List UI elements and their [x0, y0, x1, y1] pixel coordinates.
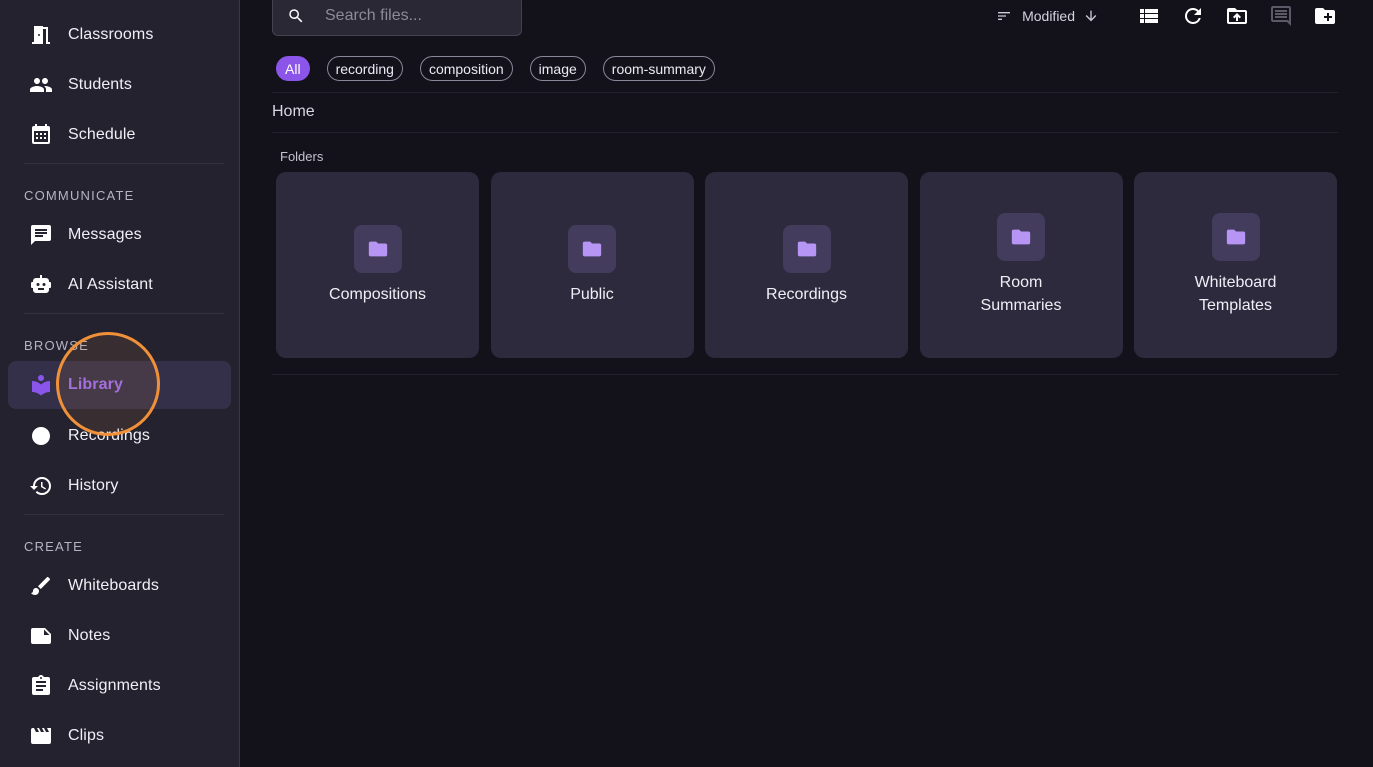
- sidebar-divider: [24, 313, 224, 314]
- folder-card-whiteboard-templates[interactable]: Whiteboard Templates: [1134, 172, 1337, 358]
- sidebar-item-messages[interactable]: Messages: [8, 211, 231, 259]
- sidebar-divider: [24, 514, 224, 515]
- search-icon: [289, 9, 303, 23]
- folder-card-room-summaries[interactable]: Room Summaries: [919, 172, 1123, 358]
- folder-name: Public: [570, 285, 614, 303]
- filter-chip-room-summary[interactable]: room-summary: [602, 56, 715, 81]
- breadcrumb[interactable]: Home: [272, 103, 315, 121]
- robot-icon: [28, 272, 54, 298]
- folder-grid: Compositions Public Recordings Room Summ…: [276, 172, 1337, 358]
- brush-icon: [28, 573, 54, 599]
- clipboard-icon: [28, 673, 54, 699]
- sidebar-item-label: Clips: [68, 727, 105, 744]
- refresh-icon: [1184, 7, 1201, 24]
- folder-name: Room Summaries: [980, 274, 1062, 314]
- sidebar-item-label: Whiteboards: [68, 577, 159, 594]
- library-icon: [28, 372, 54, 398]
- clapperboard-icon: [28, 723, 54, 749]
- folder-icon: [568, 224, 616, 273]
- sidebar-item-recordings[interactable]: Recordings: [8, 412, 231, 460]
- folder-name: Compositions: [329, 285, 426, 303]
- folders-section-title: Folders: [280, 149, 324, 164]
- filter-chip-all[interactable]: All: [276, 56, 310, 81]
- toolbar: Modified: [996, 2, 1337, 30]
- sidebar: Classrooms Students Schedule COMMUNICATE…: [0, 0, 240, 767]
- sidebar-item-students[interactable]: Students: [8, 61, 231, 109]
- sidebar-item-label: Students: [68, 76, 132, 93]
- people-icon: [28, 72, 54, 98]
- list-view-icon: [1140, 9, 1158, 23]
- divider: [272, 374, 1338, 375]
- section-title-communicate: COMMUNICATE: [24, 188, 135, 203]
- upload-button[interactable]: [1225, 4, 1249, 28]
- sidebar-item-label: AI Assistant: [68, 276, 153, 293]
- sidebar-item-label: Messages: [68, 226, 142, 243]
- sidebar-item-history[interactable]: History: [8, 462, 231, 510]
- sidebar-item-ai-assistant[interactable]: AI Assistant: [8, 261, 231, 309]
- new-folder-button[interactable]: [1313, 4, 1337, 28]
- sidebar-item-label: Assignments: [68, 677, 161, 694]
- filter-chip-recording[interactable]: recording: [326, 56, 403, 81]
- folder-icon: [997, 213, 1045, 261]
- sidebar-item-label: History: [68, 477, 119, 494]
- sidebar-item-notes[interactable]: Notes: [8, 612, 231, 660]
- new-folder-icon: [1315, 8, 1335, 24]
- message-icon: [28, 222, 54, 248]
- filter-chip-composition[interactable]: composition: [419, 56, 513, 81]
- list-view-button[interactable]: [1137, 4, 1161, 28]
- sidebar-item-label: Classrooms: [68, 26, 154, 43]
- folder-icon: [1211, 213, 1260, 261]
- sidebar-item-schedule[interactable]: Schedule: [8, 111, 231, 159]
- sort-label: Modified: [1022, 8, 1075, 24]
- section-title-browse: BROWSE: [24, 338, 89, 353]
- history-icon: [28, 473, 54, 499]
- sidebar-item-assignments[interactable]: Assignments: [8, 662, 231, 710]
- folder-name: Recordings: [766, 285, 847, 303]
- folder-card-recordings[interactable]: Recordings: [705, 172, 908, 358]
- note-icon: [28, 623, 54, 649]
- folder-icon: [353, 224, 402, 273]
- comment-button[interactable]: [1269, 4, 1293, 28]
- filter-chip-image[interactable]: image: [529, 56, 586, 81]
- sidebar-item-label: Library: [68, 376, 123, 393]
- divider: [272, 92, 1338, 93]
- folder-upload-icon: [1227, 8, 1247, 24]
- filter-chips: All recording composition image room-sum…: [276, 56, 732, 81]
- arrow-down-icon: [1085, 10, 1097, 22]
- sidebar-item-label: Recordings: [68, 427, 150, 444]
- sidebar-item-label: Notes: [68, 627, 111, 644]
- door-icon: [28, 22, 54, 48]
- folder-card-compositions[interactable]: Compositions: [276, 172, 479, 358]
- main-content: Modified All recording composition: [240, 0, 1373, 767]
- sidebar-item-label: Schedule: [68, 126, 136, 143]
- sidebar-item-clips[interactable]: Clips: [8, 712, 231, 760]
- search-input[interactable]: [325, 7, 505, 25]
- sort-button[interactable]: Modified: [996, 8, 1099, 24]
- search-box[interactable]: [272, 0, 522, 36]
- calendar-icon: [28, 122, 54, 148]
- sort-lines-icon: [998, 12, 1011, 20]
- sidebar-item-library[interactable]: Library: [8, 361, 231, 409]
- section-title-create: CREATE: [24, 539, 83, 554]
- folder-icon: [782, 224, 831, 273]
- sidebar-item-classrooms[interactable]: Classrooms: [8, 11, 231, 59]
- sidebar-item-whiteboards[interactable]: Whiteboards: [8, 562, 231, 610]
- refresh-button[interactable]: [1181, 4, 1205, 28]
- folder-name: Whiteboard Templates: [1194, 274, 1277, 314]
- app: Classrooms Students Schedule COMMUNICATE…: [0, 0, 1373, 767]
- folder-card-public[interactable]: Public: [490, 172, 694, 358]
- sidebar-divider: [24, 163, 224, 164]
- comment-icon: [1271, 6, 1291, 26]
- record-dot-icon: [28, 423, 54, 449]
- divider: [272, 132, 1338, 133]
